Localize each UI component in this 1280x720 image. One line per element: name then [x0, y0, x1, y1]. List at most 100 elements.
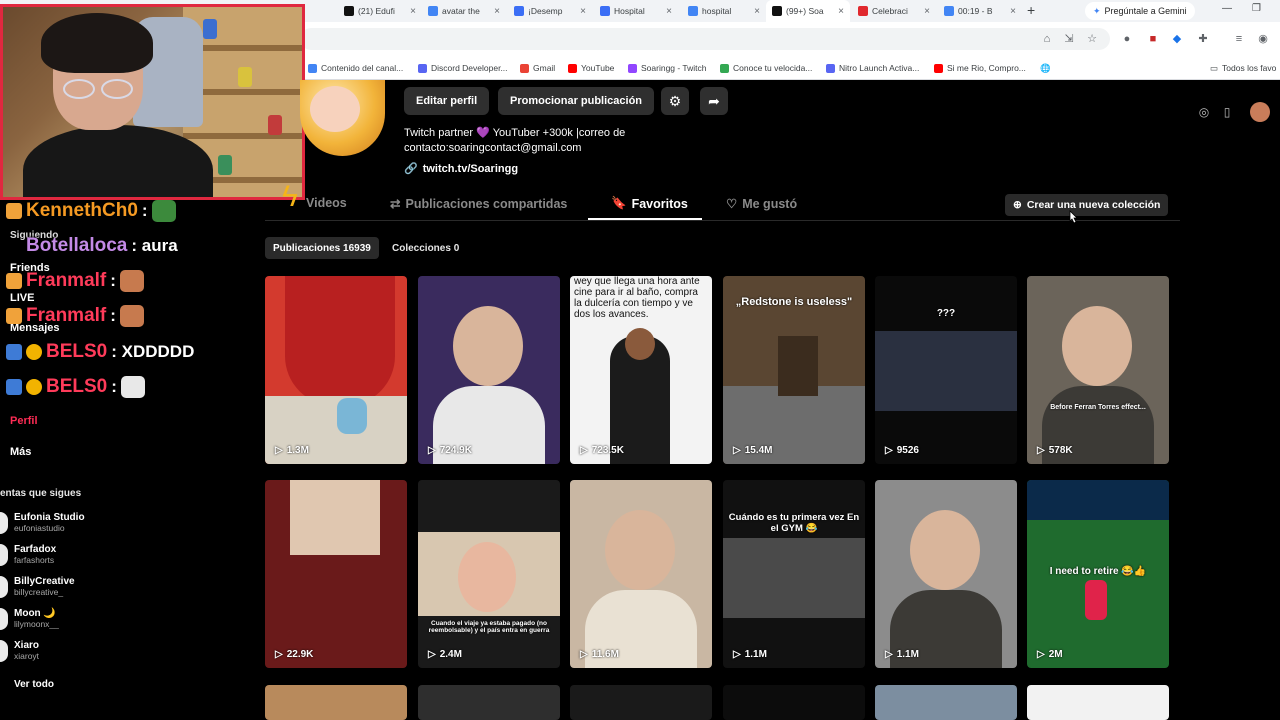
profile-link[interactable]: 🔗 twitch.tv/Soaringg: [404, 162, 518, 176]
minimize-icon[interactable]: —: [1222, 3, 1232, 14]
video-card[interactable]: ▷ 1.3M: [265, 276, 407, 464]
video-card[interactable]: ??? ▷ 9526: [875, 276, 1017, 464]
bookmark-item[interactable]: Conoce tu velocida...: [720, 60, 812, 76]
video-card[interactable]: ▷ 724.9K: [418, 276, 560, 464]
tab-favicon-icon: [858, 6, 868, 16]
tab-favorites[interactable]: 🔖 Favoritos: [611, 196, 688, 211]
tab-label: hospital: [702, 6, 732, 16]
video-card[interactable]: [875, 685, 1017, 720]
bookmark-item[interactable]: Discord Developer...: [418, 60, 508, 76]
followed-account[interactable]: Farfadox farfashorts: [0, 544, 56, 566]
user-avatar[interactable]: [1250, 102, 1270, 122]
tab-close-icon[interactable]: ×: [410, 6, 416, 17]
tab-close-icon[interactable]: ×: [838, 6, 844, 17]
video-card[interactable]: I need to retire 😂👍 ▷ 2M: [1027, 480, 1169, 668]
screen: (21) Edufi × avatar the × ¡Desemp × Hospital × h…: [0, 0, 1280, 720]
bookmark-globe-icon[interactable]: 🌐: [1040, 60, 1051, 76]
promote-post-button[interactable]: Promocionar publicación: [498, 87, 655, 115]
chat-badge-icon: [6, 379, 22, 395]
video-card[interactable]: ▷ 1.1M: [875, 480, 1017, 668]
address-bar[interactable]: [300, 28, 1110, 50]
sidebar-item-live[interactable]: LIVE: [10, 292, 34, 304]
settings-gear-icon[interactable]: ⚙: [661, 87, 689, 115]
profile-icon[interactable]: ◉: [1256, 32, 1270, 46]
bookmark-item[interactable]: YouTube: [568, 60, 614, 76]
video-card[interactable]: Cuándo es tu primera vez En el GYM 😂 ▷ 1.1…: [723, 480, 865, 668]
play-icon: ▷: [1037, 445, 1045, 456]
bookmark-item[interactable]: Nitro Launch Activa...: [826, 60, 919, 76]
tab-close-icon[interactable]: ×: [1010, 6, 1016, 17]
subtab-collections[interactable]: Colecciones 0: [384, 237, 467, 259]
phone-icon[interactable]: ▯: [1217, 102, 1237, 122]
bookmark-item[interactable]: Soaringg - Twitch: [628, 60, 707, 76]
play-icon: ▷: [580, 649, 588, 660]
video-card[interactable]: [723, 685, 865, 720]
tab-favicon-icon: [344, 6, 354, 16]
browser-tab[interactable]: (21) Edufi ×: [338, 0, 422, 22]
browser-tab[interactable]: hospital ×: [682, 0, 766, 22]
chat-emote-icon: [120, 376, 145, 398]
browser-tab[interactable]: Celebraci ×: [852, 0, 936, 22]
media-icon[interactable]: ≡: [1232, 32, 1246, 46]
new-tab-button[interactable]: +: [1027, 2, 1035, 18]
maximize-icon[interactable]: ❐: [1252, 3, 1261, 14]
compass-icon[interactable]: ◎: [1194, 102, 1214, 122]
see-all-link[interactable]: Ver todo: [14, 679, 54, 690]
create-collection-button[interactable]: ⊕ Crear una nueva colección: [1005, 194, 1169, 216]
view-count: 723.5K: [591, 445, 624, 456]
bookmark-item[interactable]: Gmail: [520, 60, 555, 76]
tab-label: (21) Edufi: [358, 6, 395, 16]
video-card[interactable]: ▷ 11.6M: [570, 480, 712, 668]
video-card[interactable]: [1027, 685, 1169, 720]
video-card[interactable]: wey que llega una hora ante cine para ir…: [570, 276, 712, 464]
tab-close-icon[interactable]: ×: [754, 6, 760, 17]
tab-close-icon[interactable]: ×: [924, 6, 930, 17]
tab-close-icon[interactable]: ×: [494, 6, 500, 17]
video-card[interactable]: [418, 685, 560, 720]
browser-tab[interactable]: Hospital ×: [594, 0, 678, 22]
subtab-posts[interactable]: Publicaciones 16939: [265, 237, 379, 259]
profile-avatar[interactable]: [300, 80, 385, 156]
tab-liked[interactable]: ♡ Me gustó: [726, 196, 797, 212]
edit-profile-button[interactable]: Editar perfil: [404, 87, 490, 115]
video-caption: „Redstone is useless": [735, 296, 853, 308]
extension-red-icon[interactable]: ■: [1146, 32, 1160, 46]
followed-account[interactable]: Xiaro xiaroyt: [0, 640, 39, 662]
followed-account[interactable]: Eufonia Studio eufoniastudio: [0, 512, 85, 534]
followed-account[interactable]: BillyCreative billycreative_: [0, 576, 75, 598]
browser-tab[interactable]: 00:19 - B ×: [938, 0, 1022, 22]
extensions-puzzle-icon[interactable]: ✚: [1196, 32, 1210, 46]
video-card[interactable]: ▷ 22.9K: [265, 480, 407, 668]
play-icon: ▷: [428, 445, 436, 456]
video-card[interactable]: [265, 685, 407, 720]
bookmark-star-icon[interactable]: ☆: [1085, 32, 1099, 46]
gemini-button[interactable]: ✦ Pregúntale a Gemini: [1085, 2, 1195, 20]
view-count: 2M: [1048, 649, 1063, 660]
account-username: eufoniastudio: [14, 523, 65, 533]
translate-icon[interactable]: ⌂: [1040, 32, 1054, 46]
bookmark-item[interactable]: Contenido del canal...: [308, 60, 403, 76]
share-arrow-icon[interactable]: ➦: [700, 87, 728, 115]
account-avatar: [0, 576, 8, 598]
sidebar-item-profile[interactable]: Perfil: [10, 415, 38, 427]
extension-blue-icon[interactable]: ◆: [1170, 32, 1184, 46]
extension-icon[interactable]: ●: [1120, 32, 1134, 46]
followed-account[interactable]: Moon 🌙 lilymoonx__: [0, 608, 59, 630]
tab-close-icon[interactable]: ×: [666, 6, 672, 17]
video-card[interactable]: [570, 685, 712, 720]
card-thumbnail-art: [458, 542, 516, 612]
browser-tab[interactable]: ¡Desemp ×: [508, 0, 592, 22]
video-card[interactable]: „Redstone is useless" ▷ 15.4M: [723, 276, 865, 464]
video-card[interactable]: Before Ferran Torres effect... ▷ 578K: [1027, 276, 1169, 464]
browser-tab[interactable]: avatar the ×: [422, 0, 506, 22]
tab-videos[interactable]: Videos: [306, 196, 347, 210]
tab-shared-posts[interactable]: ⇄ Publicaciones compartidas: [390, 196, 567, 212]
install-icon[interactable]: ⇲: [1062, 32, 1076, 46]
bookmark-item[interactable]: Si me Rio, Compro...: [934, 60, 1026, 76]
tab-close-icon[interactable]: ×: [580, 6, 586, 17]
all-bookmarks[interactable]: ▭ Todos los favo: [1210, 60, 1276, 76]
browser-tab[interactable]: (99+) Soa ×: [766, 0, 850, 22]
video-card[interactable]: Cuando el viaje ya estaba pagado (no ree…: [418, 480, 560, 668]
play-icon: ▷: [275, 649, 283, 660]
sidebar-item-more[interactable]: Más: [10, 446, 31, 458]
